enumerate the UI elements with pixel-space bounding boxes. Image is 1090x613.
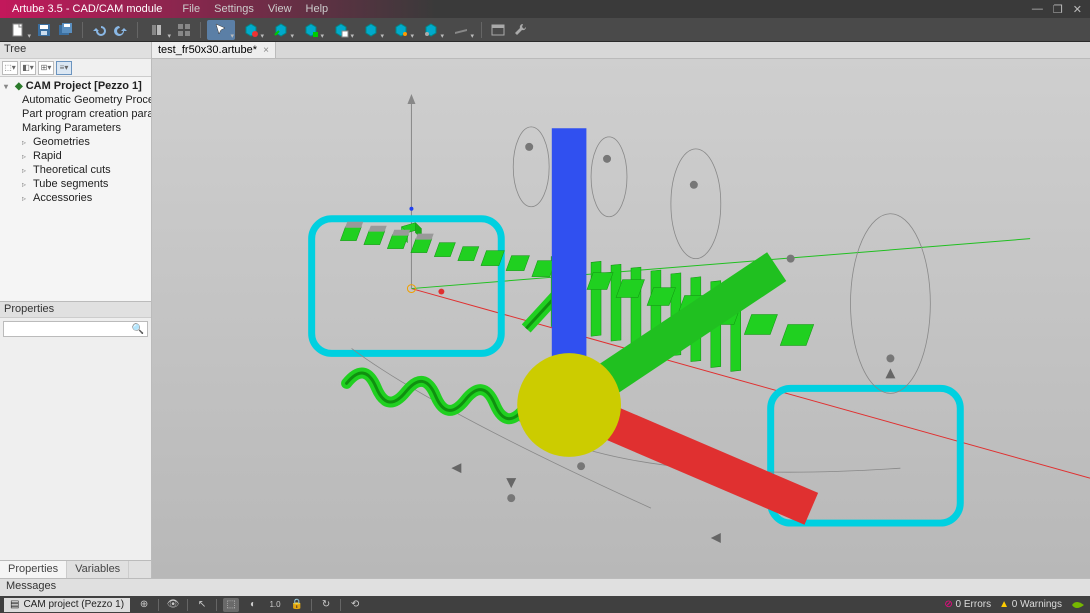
close-button[interactable]: ✕: [1073, 3, 1082, 16]
tab-properties[interactable]: Properties: [0, 561, 67, 578]
tree-toolbar-button-1[interactable]: ⬚▾: [2, 61, 18, 75]
tree-item[interactable]: ▹Accessories: [0, 191, 151, 205]
grid-button[interactable]: [174, 20, 194, 40]
status-button-pointer[interactable]: ↖: [194, 598, 210, 612]
document-tabs: test_fr50x30.artube* ×: [152, 42, 1090, 59]
status-separator: [216, 599, 217, 611]
search-icon: 🔍: [129, 324, 147, 335]
menu-file[interactable]: File: [182, 3, 200, 15]
properties-search-input[interactable]: 🔍: [3, 321, 148, 337]
status-bar: ▤ CAM project (Pezzo 1) ⊕ 👁 ↖ ⬚ ◐ 1.0 🔒 …: [0, 596, 1090, 613]
tree-toolbar-button-2[interactable]: ◧▾: [20, 61, 36, 75]
messages-panel-header[interactable]: Messages: [0, 578, 1090, 596]
cube-tool-2[interactable]: [267, 20, 295, 40]
workspace: Tree ⬚▾ ◧▾ ⊞▾ ≡▾ ▾◆CAM Project [Pezzo 1]…: [0, 42, 1090, 578]
warnings-indicator[interactable]: ▲ 0 Warnings: [999, 599, 1062, 610]
tree-toolbar-button-4[interactable]: ≡▾: [56, 61, 72, 75]
status-separator: [187, 599, 188, 611]
tree-toolbar-button-3[interactable]: ⊞▾: [38, 61, 54, 75]
tab-variables[interactable]: Variables: [67, 561, 129, 578]
status-project[interactable]: ▤ CAM project (Pezzo 1): [4, 598, 130, 612]
view-triad-icon: [152, 59, 1090, 578]
properties-search: 🔍: [0, 318, 151, 340]
status-separator: [340, 599, 341, 611]
plane-tool[interactable]: [447, 20, 475, 40]
app-title: Artube 3.5 - CAD/CAM module: [6, 3, 168, 15]
project-tree[interactable]: ▾◆CAM Project [Pezzo 1] Automatic Geomet…: [0, 77, 151, 301]
tree-item[interactable]: Part program creation parameters: [0, 107, 151, 121]
status-button-select[interactable]: ⬚: [223, 598, 239, 612]
new-button[interactable]: [4, 20, 32, 40]
3d-viewport[interactable]: [152, 59, 1090, 578]
status-button-text[interactable]: 1.0: [267, 598, 283, 612]
status-right: ⊘ 0 Errors ▲ 0 Warnings: [944, 599, 1086, 611]
cube-tool-3[interactable]: [297, 20, 325, 40]
status-button-clear[interactable]: ⟲: [347, 598, 363, 612]
redo-button[interactable]: [111, 20, 131, 40]
status-button-lock[interactable]: 🔒: [289, 598, 305, 612]
tree-item[interactable]: ▹Rapid: [0, 149, 151, 163]
undo-button[interactable]: [89, 20, 109, 40]
cube-tool-5[interactable]: [357, 20, 385, 40]
tree-root[interactable]: ▾◆CAM Project [Pezzo 1]: [0, 79, 151, 93]
cube-tool-1[interactable]: [237, 20, 265, 40]
properties-tabs: Properties Variables: [0, 560, 151, 578]
wrench-button[interactable]: [510, 20, 530, 40]
tree-item[interactable]: ▹Tube segments: [0, 177, 151, 191]
menu-bar: File Settings View Help: [168, 3, 328, 15]
save-button[interactable]: [34, 20, 54, 40]
status-separator: [158, 599, 159, 611]
status-button-refresh[interactable]: ↻: [318, 598, 334, 612]
window-controls: — ❐ ✕: [1032, 3, 1090, 16]
menu-help[interactable]: Help: [306, 3, 329, 15]
cursor-select-button[interactable]: [207, 20, 235, 40]
tree-item[interactable]: ▹Theoretical cuts: [0, 163, 151, 177]
status-button-globe[interactable]: ⊕: [136, 598, 152, 612]
properties-header: Properties: [0, 301, 151, 318]
tree-item[interactable]: Marking Parameters: [0, 121, 151, 135]
menu-settings[interactable]: Settings: [214, 3, 254, 15]
cube-tool-4[interactable]: [327, 20, 355, 40]
toolbar-separator: [82, 22, 83, 38]
project-icon: ▤: [10, 599, 19, 610]
tree-toolbar: ⬚▾ ◧▾ ⊞▾ ≡▾: [0, 59, 151, 77]
menu-view[interactable]: View: [268, 3, 292, 15]
status-button-eye[interactable]: 👁: [165, 598, 181, 612]
cube-tool-7[interactable]: [417, 20, 445, 40]
title-bar: Artube 3.5 - CAD/CAM module File Setting…: [0, 0, 1090, 18]
document-tab[interactable]: test_fr50x30.artube* ×: [152, 42, 276, 58]
properties-body: [0, 340, 151, 560]
toolbar-separator: [200, 22, 201, 38]
close-tab-icon[interactable]: ×: [263, 45, 269, 56]
errors-indicator[interactable]: ⊘ 0 Errors: [944, 599, 991, 610]
panel-button[interactable]: [488, 20, 508, 40]
main-toolbar: [0, 18, 1090, 42]
save-all-button[interactable]: [56, 20, 76, 40]
cube-tool-6[interactable]: [387, 20, 415, 40]
status-button-shade[interactable]: ◐: [245, 598, 261, 612]
nvidia-icon: [1070, 599, 1086, 611]
toolbar-separator: [481, 22, 482, 38]
maximize-button[interactable]: ❐: [1053, 3, 1063, 16]
document-tab-label: test_fr50x30.artube*: [158, 44, 257, 56]
tree-item[interactable]: ▹Geometries: [0, 135, 151, 149]
status-separator: [311, 599, 312, 611]
minimize-button[interactable]: —: [1032, 3, 1043, 16]
tree-item[interactable]: Automatic Geometry Processing: [0, 93, 151, 107]
toolbar-separator: [137, 22, 138, 38]
center-area: test_fr50x30.artube* ×: [152, 42, 1090, 578]
columns-button[interactable]: [144, 20, 172, 40]
left-panel: Tree ⬚▾ ◧▾ ⊞▾ ≡▾ ▾◆CAM Project [Pezzo 1]…: [0, 42, 152, 578]
tree-header: Tree: [0, 42, 151, 59]
